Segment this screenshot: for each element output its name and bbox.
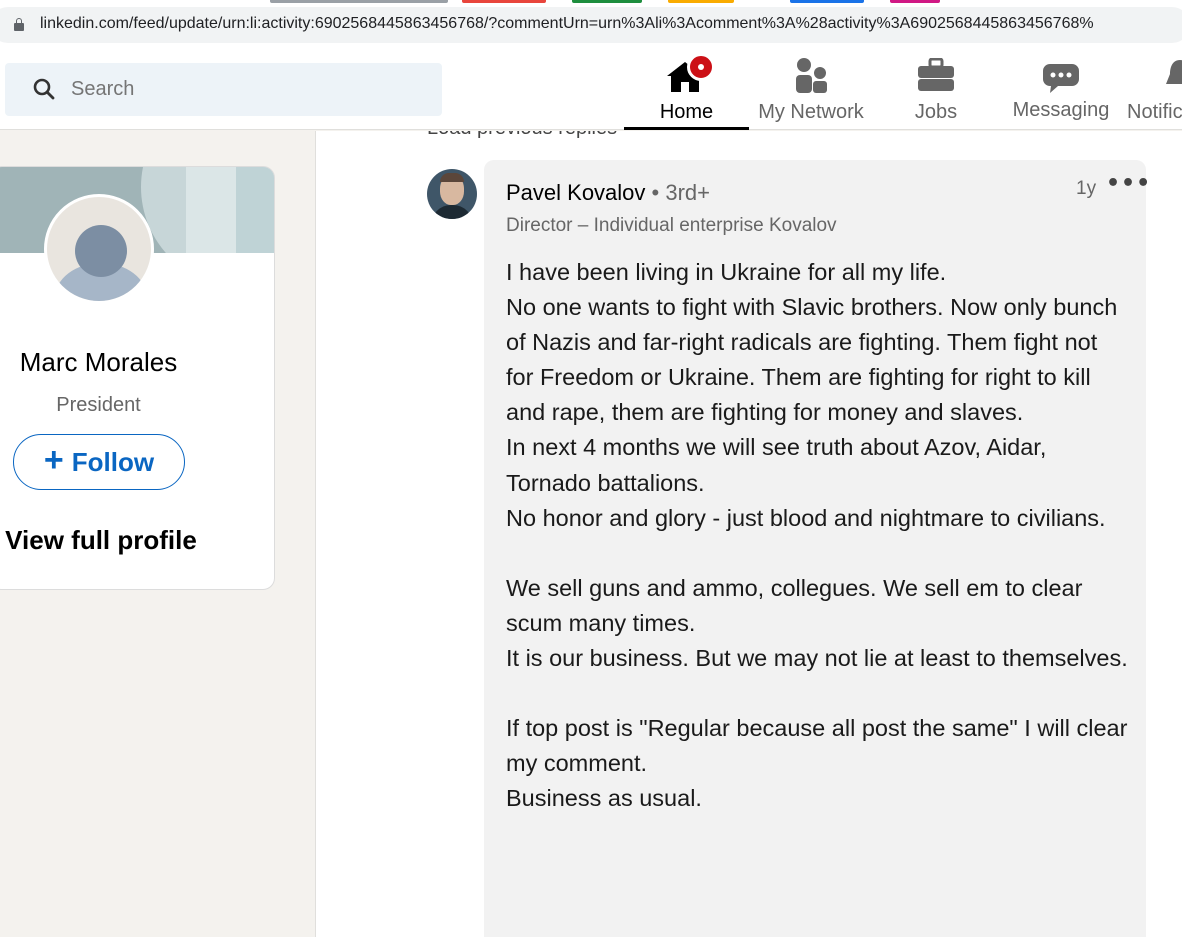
comment-line: It is our business. But we may not lie a… xyxy=(506,645,1128,672)
tab-strip xyxy=(0,0,1182,4)
browser-address-bar: linkedin.com/feed/update/urn:li:activity… xyxy=(0,0,1182,50)
linkedin-header: Home My Network Jobs Messaging xyxy=(0,50,1182,130)
comment-line: In next 4 months we will see truth about… xyxy=(506,434,1053,496)
follow-label: Follow xyxy=(71,446,155,477)
briefcase-icon xyxy=(918,58,954,91)
nav-my-network[interactable]: My Network xyxy=(750,50,872,130)
people-icon xyxy=(796,58,827,93)
nav-home-label: Home xyxy=(659,101,714,123)
follow-button[interactable]: + Follow xyxy=(13,434,185,490)
message-icon xyxy=(1043,64,1079,93)
comment-body: I have been living in Ukraine for all my… xyxy=(506,255,1131,817)
commenter-avatar[interactable] xyxy=(427,169,477,219)
nav-jobs[interactable]: Jobs xyxy=(886,50,986,130)
profile-name[interactable]: Marc Morales xyxy=(0,347,206,378)
nav-jobs-label: Jobs xyxy=(914,101,958,123)
nav-my-network-label: My Network xyxy=(758,101,864,123)
nav-notifications[interactable]: Notific xyxy=(1127,50,1182,130)
lock-icon xyxy=(14,18,24,31)
nav-messaging-label: Messaging xyxy=(1012,99,1110,121)
plus-icon: + xyxy=(43,441,64,479)
comment-author-name[interactable]: Pavel Kovalov xyxy=(506,180,645,205)
search-box[interactable] xyxy=(5,63,442,116)
comment-blank-line xyxy=(506,676,1131,711)
comment-timestamp: 1y xyxy=(1076,178,1097,199)
search-icon xyxy=(33,78,55,100)
profile-title: President xyxy=(56,394,141,416)
comment-author[interactable]: Pavel Kovalov • 3rd+ xyxy=(506,180,710,206)
comment-line: No one wants to fight with Slavic brothe… xyxy=(506,294,1124,426)
url-text[interactable]: linkedin.com/feed/update/urn:li:activity… xyxy=(40,15,1094,33)
comments-section: Load previous replies Pavel Kovalov • 3r… xyxy=(315,131,1182,937)
view-full-profile-link[interactable]: View full profile xyxy=(0,525,211,556)
comment-line: Business as usual. xyxy=(506,785,702,812)
nav-messaging[interactable]: Messaging xyxy=(1004,50,1118,130)
nav-notifications-label: Notific xyxy=(1127,101,1182,123)
bell-icon xyxy=(1166,60,1182,84)
comment-line: If top post is "Regular because all post… xyxy=(506,715,1134,777)
load-previous-replies-link[interactable]: Load previous replies xyxy=(427,131,617,140)
comment-blank-line xyxy=(506,536,1131,571)
comment-line: No honor and glory - just blood and nigh… xyxy=(506,504,1106,531)
search-input[interactable] xyxy=(71,78,411,101)
notification-badge xyxy=(687,53,715,81)
nav-home[interactable]: Home xyxy=(624,50,749,130)
comment-line: I have been living in Ukraine for all my… xyxy=(506,259,947,285)
avatar[interactable] xyxy=(44,194,154,304)
comment-author-headline: Director – Individual enterprise Kovalov xyxy=(506,215,837,236)
comment-bubble: Pavel Kovalov • 3rd+ Director – Individu… xyxy=(484,160,1150,937)
comment-line: We sell guns and ammo, collegues. We sel… xyxy=(506,574,1089,636)
connection-degree: • 3rd+ xyxy=(651,180,711,205)
more-options-icon[interactable]: ••• xyxy=(1106,171,1151,196)
profile-card: Marc Morales President + Follow View ful… xyxy=(0,166,275,590)
